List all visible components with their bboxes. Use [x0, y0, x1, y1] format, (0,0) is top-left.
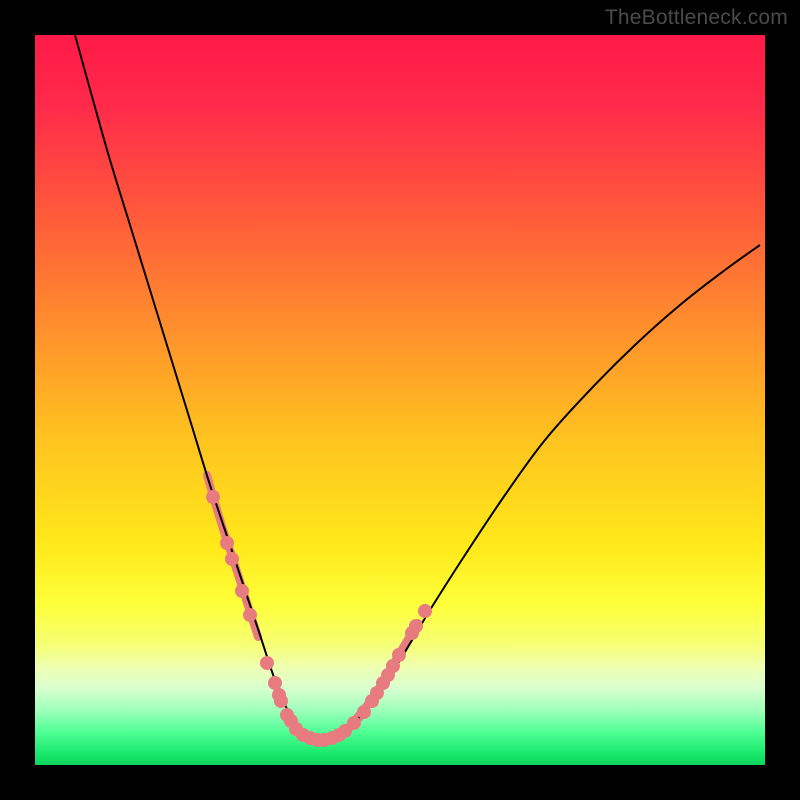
- data-point-marker: [268, 676, 282, 690]
- data-point-marker: [409, 619, 423, 633]
- curve-layer: [35, 35, 765, 765]
- data-point-marker: [243, 608, 257, 622]
- data-point-marker: [392, 648, 406, 662]
- chart-frame: TheBottleneck.com: [0, 0, 800, 800]
- plot-area: [35, 35, 765, 765]
- highlight-segments: [207, 475, 418, 736]
- data-point-marker: [206, 490, 220, 504]
- data-point-marker: [274, 694, 288, 708]
- data-point-marker: [225, 552, 239, 566]
- data-point-marker: [347, 716, 361, 730]
- data-point-marker: [260, 656, 274, 670]
- data-point-marker: [235, 584, 249, 598]
- data-point-marker: [220, 536, 234, 550]
- marker-points: [206, 490, 432, 747]
- data-point-marker: [418, 604, 432, 618]
- watermark-text: TheBottleneck.com: [605, 6, 788, 30]
